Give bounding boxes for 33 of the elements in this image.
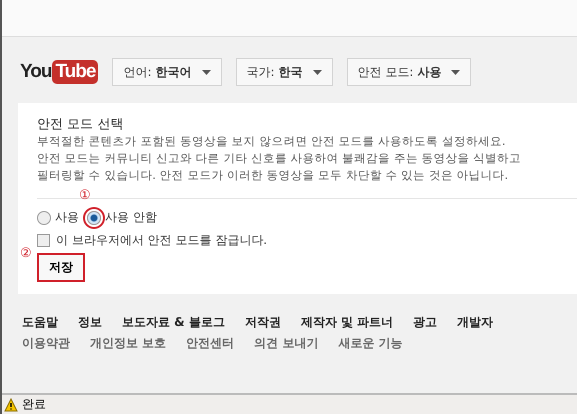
- checkbox-label: 이 브라우저에서 안전 모드를 잠급니다.: [56, 232, 268, 249]
- footer-link[interactable]: 저작권: [244, 314, 281, 331]
- caret-icon: [451, 70, 460, 74]
- radio-label: 사용 안함: [105, 209, 157, 226]
- footer-link[interactable]: 안전센터: [186, 335, 234, 352]
- footer-link[interactable]: 의견 보내기: [254, 335, 318, 352]
- radio-option[interactable]: 사용: [37, 209, 79, 226]
- footer-link[interactable]: 정보: [78, 314, 102, 331]
- radio-button[interactable]: [37, 210, 51, 224]
- dropdown-button[interactable]: 안전 모드: 사용: [346, 58, 472, 86]
- footer-link[interactable]: 도움말: [22, 314, 58, 331]
- footer-link[interactable]: 광고: [413, 314, 438, 331]
- status-text: 완료: [22, 396, 46, 413]
- footer-link[interactable]: 이용약관: [22, 335, 70, 352]
- caret-icon: [202, 70, 211, 74]
- checkbox[interactable]: [37, 234, 50, 247]
- description-text: 필터링할 수 있습니다. 안전 모드가 이러한 동영상을 모두 차단할 수 있는 것은 아닙니다.: [37, 167, 510, 184]
- footer-link[interactable]: 보도자료 & 블로그: [122, 314, 225, 331]
- description-text: 안전 모드는 커뮤니티 신고와 다른 기타 신호를 사용하여 불쾌감을 주는 동영상을 식별하고: [37, 150, 522, 167]
- panel-title: 안전 모드 선택: [37, 116, 124, 133]
- warning-icon: [4, 398, 18, 412]
- caret-icon: [312, 70, 322, 74]
- footer-link[interactable]: 개발자: [457, 314, 494, 331]
- annotation-number: ①: [79, 189, 91, 202]
- footer-link[interactable]: 개인정보 보호: [90, 335, 166, 352]
- dropdown-button[interactable]: 국가: 한국: [236, 58, 333, 86]
- footer-link[interactable]: 제작자 및 파트너: [300, 314, 394, 331]
- radio-label: 사용: [55, 209, 79, 226]
- annotation-number: ②: [20, 247, 32, 260]
- save-button[interactable]: 저장: [37, 253, 85, 282]
- dropdown-button[interactable]: 언어: 한국어: [112, 58, 222, 86]
- description-text: 부적절한 콘텐츠가 포함된 동영상을 보지 않으려면 안전 모드를 사용하도록 설정하세요.: [37, 133, 507, 150]
- footer-link[interactable]: 새로운 기능: [338, 335, 403, 352]
